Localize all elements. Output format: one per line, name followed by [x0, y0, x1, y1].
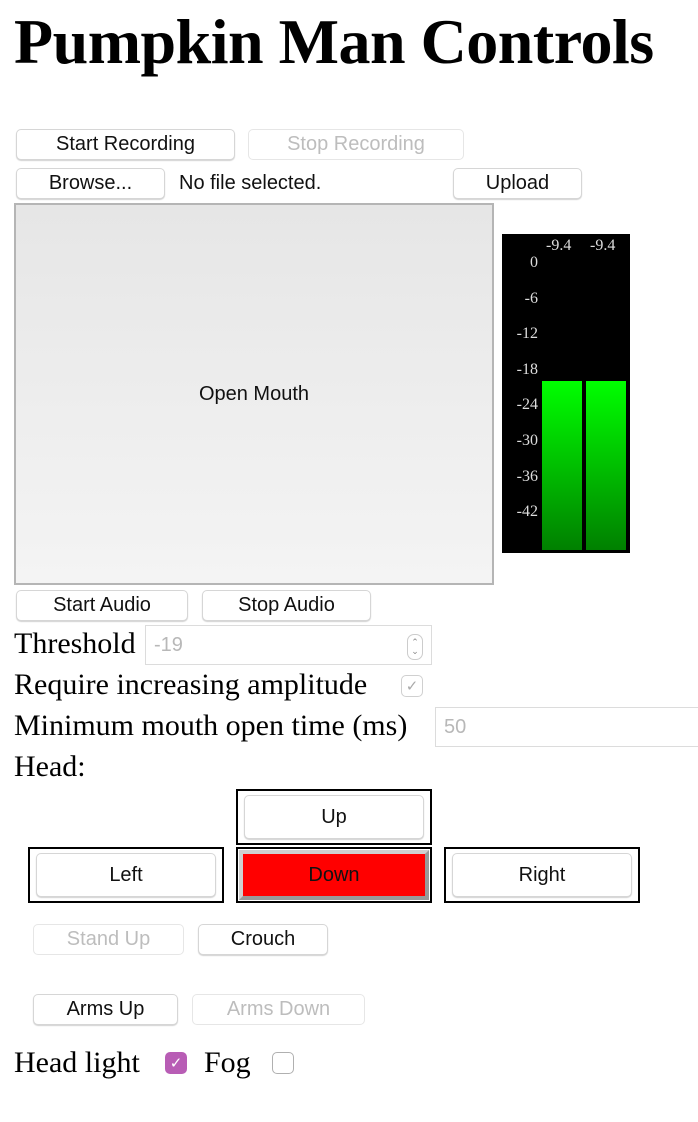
fog-label: Fog	[204, 1046, 251, 1079]
stop-recording-button[interactable]: Stop Recording	[248, 129, 464, 160]
head-right-frame: Right	[444, 847, 640, 903]
browse-button[interactable]: Browse...	[16, 168, 165, 199]
meter-bar	[542, 380, 582, 550]
peak-label-right: -9.4	[590, 237, 616, 254]
increasing-amplitude-label: Require increasing amplitude	[14, 668, 368, 701]
checkmark-icon: ✓	[169, 1054, 183, 1072]
file-status: No file selected.	[179, 172, 322, 194]
crouch-button[interactable]: Crouch	[198, 924, 328, 955]
headlight-label: Head light	[14, 1046, 140, 1079]
meter-bar	[586, 380, 626, 550]
meter-scale-label: -30	[516, 432, 538, 449]
threshold-input[interactable]: -19 ⌃ ⌄	[145, 625, 432, 665]
head-up-button[interactable]: Up	[244, 795, 424, 839]
start-audio-button[interactable]: Start Audio	[16, 590, 188, 621]
threshold-value: -19	[154, 633, 183, 656]
open-mouth-label: Open Mouth	[198, 382, 310, 405]
page-title: Pumpkin Man Controls	[14, 6, 654, 77]
meter-scale-label: -42	[516, 503, 538, 521]
head-down-frame: Down	[236, 847, 432, 903]
increasing-amplitude-checkbox[interactable]: ✓	[401, 675, 423, 697]
meter-scale-label: -12	[516, 325, 538, 343]
arms-up-button[interactable]: Arms Up	[33, 994, 178, 1025]
head-left-button[interactable]: Left	[36, 853, 216, 897]
peak-label-left: -9.4	[546, 237, 572, 254]
meter-scale-label: 0	[530, 254, 538, 271]
fog-checkbox[interactable]	[272, 1052, 294, 1074]
min-open-time-label: Minimum mouth open time (ms)	[14, 709, 408, 742]
threshold-label: Threshold	[14, 627, 136, 660]
meter-scale-label: -6	[524, 289, 538, 307]
head-up-frame: Up	[236, 789, 432, 845]
meter-scale-label: -18	[516, 360, 538, 378]
checkmark-icon: ✓	[405, 677, 419, 695]
min-open-time-value: 50	[444, 715, 467, 738]
min-open-time-input[interactable]: 50	[435, 707, 698, 747]
start-recording-button[interactable]: Start Recording	[16, 129, 235, 160]
headlight-checkbox[interactable]: ✓	[165, 1052, 187, 1074]
open-mouth-button[interactable]: Open Mouth	[14, 203, 494, 585]
upload-button[interactable]: Upload	[453, 168, 582, 199]
meter-scale-label: -36	[516, 467, 538, 485]
audio-level-meter: -9.4 -9.4 0 -6 -12 -18 -24 -30 -36 -42	[502, 234, 630, 553]
spinner-icon[interactable]: ⌃ ⌄	[407, 634, 423, 660]
head-right-button[interactable]: Right	[452, 853, 632, 897]
head-label: Head:	[14, 750, 86, 783]
arms-down-button[interactable]: Arms Down	[192, 994, 365, 1025]
head-left-frame: Left	[28, 847, 224, 903]
stand-up-button[interactable]: Stand Up	[33, 924, 184, 955]
meter-scale-label: -24	[516, 396, 538, 414]
head-down-button[interactable]: Down	[239, 850, 429, 900]
stop-audio-button[interactable]: Stop Audio	[202, 590, 371, 621]
